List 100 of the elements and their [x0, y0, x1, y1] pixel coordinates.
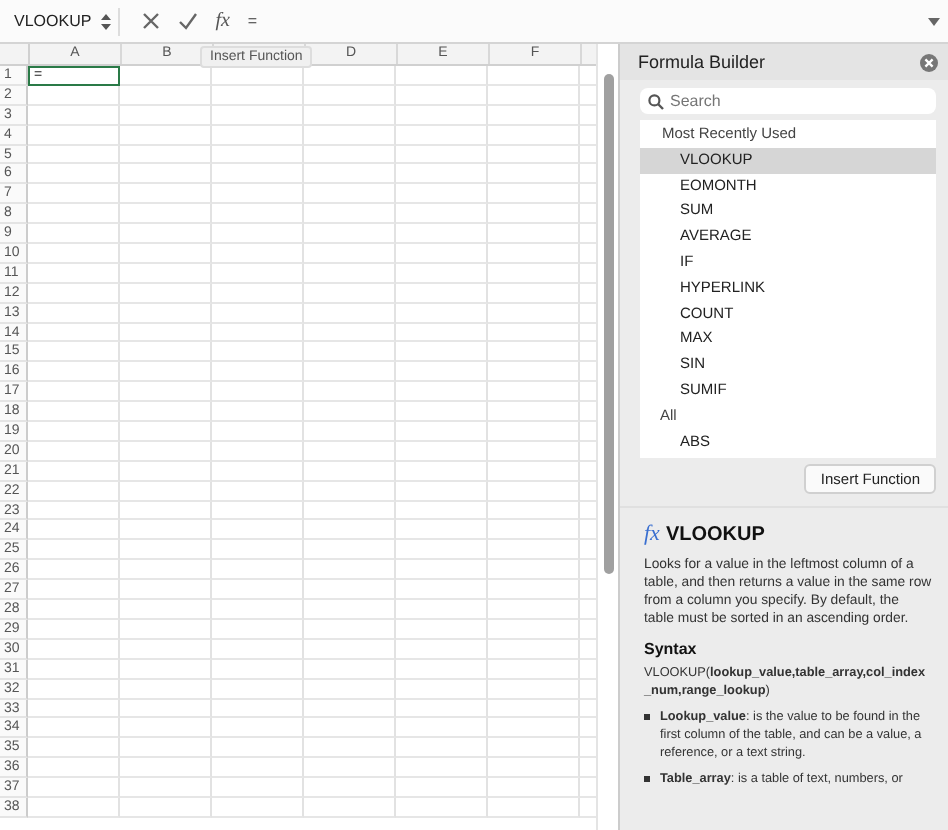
table-cell[interactable]: [488, 600, 580, 620]
table-cell[interactable]: [120, 600, 212, 620]
table-cell[interactable]: [120, 758, 212, 779]
table-cell[interactable]: [28, 699, 120, 719]
table-cell[interactable]: [212, 699, 304, 719]
table-cell[interactable]: [488, 164, 580, 185]
table-cell[interactable]: [212, 283, 304, 304]
table-cell[interactable]: [488, 778, 580, 798]
table-cell[interactable]: [28, 342, 120, 363]
table-cell[interactable]: [304, 422, 396, 442]
table-cell[interactable]: [120, 342, 212, 363]
table-cell[interactable]: [304, 619, 396, 640]
table-cell[interactable]: [396, 184, 488, 205]
table-cell[interactable]: [304, 718, 396, 739]
table-cell[interactable]: [28, 402, 120, 423]
table-cell[interactable]: [304, 481, 396, 502]
table-cell[interactable]: [488, 362, 580, 383]
table-cell[interactable]: [28, 778, 120, 798]
table-cell[interactable]: [488, 639, 580, 660]
table-cell[interactable]: [396, 85, 488, 106]
table-cell[interactable]: [396, 778, 488, 798]
table-cell[interactable]: [304, 342, 396, 363]
table-cell[interactable]: [120, 105, 212, 126]
table-cell[interactable]: [28, 204, 120, 225]
table-cell[interactable]: [396, 441, 488, 462]
table-cell[interactable]: [212, 263, 304, 284]
scrollbar-thumb[interactable]: [603, 74, 613, 574]
table-cell[interactable]: [212, 540, 304, 561]
table-cell[interactable]: [396, 164, 488, 185]
table-cell[interactable]: [396, 204, 488, 225]
table-cell[interactable]: [28, 758, 120, 779]
search-field[interactable]: Search: [640, 88, 936, 114]
table-cell[interactable]: [28, 600, 120, 620]
table-cell[interactable]: [488, 659, 580, 680]
table-cell[interactable]: [212, 362, 304, 383]
table-cell[interactable]: [304, 520, 396, 541]
table-cell[interactable]: [28, 718, 120, 739]
table-cell[interactable]: [396, 699, 488, 719]
table-cell[interactable]: [488, 224, 580, 245]
table-cell[interactable]: [304, 323, 396, 343]
table-cell[interactable]: [488, 422, 580, 442]
table-cell[interactable]: [28, 501, 120, 521]
table-cell[interactable]: [120, 184, 212, 205]
table-cell[interactable]: [120, 402, 212, 423]
table-cell[interactable]: [212, 797, 304, 818]
table-cell[interactable]: [396, 501, 488, 521]
table-cell[interactable]: [304, 125, 396, 146]
table-cell[interactable]: [120, 283, 212, 304]
table-cell[interactable]: [120, 441, 212, 462]
close-icon[interactable]: [141, 12, 160, 30]
table-cell[interactable]: [488, 718, 580, 739]
table-cell[interactable]: [396, 659, 488, 680]
table-cell[interactable]: [120, 164, 212, 185]
table-cell[interactable]: [396, 145, 488, 165]
table-cell[interactable]: [212, 461, 304, 482]
table-cell[interactable]: [304, 382, 396, 403]
table-cell[interactable]: [488, 619, 580, 640]
table-cell[interactable]: [304, 580, 396, 601]
table-cell[interactable]: [304, 244, 396, 264]
table-cell[interactable]: [396, 362, 488, 383]
table-cell[interactable]: [120, 718, 212, 739]
table-cell[interactable]: [212, 501, 304, 521]
table-cell[interactable]: [28, 362, 120, 383]
table-cell[interactable]: [28, 619, 120, 640]
table-cell[interactable]: [396, 125, 488, 146]
table-cell[interactable]: [488, 244, 580, 264]
table-cell[interactable]: [488, 461, 580, 482]
table-cell[interactable]: [396, 540, 488, 561]
table-cell[interactable]: [212, 738, 304, 759]
table-cell[interactable]: [396, 461, 488, 482]
table-cell[interactable]: [396, 639, 488, 660]
table-cell[interactable]: [28, 441, 120, 462]
table-cell[interactable]: [120, 619, 212, 640]
table-cell[interactable]: [120, 244, 212, 264]
table-cell[interactable]: [304, 738, 396, 759]
table-cell[interactable]: [28, 125, 120, 146]
table-cell[interactable]: [28, 639, 120, 660]
table-cell[interactable]: [396, 738, 488, 759]
table-cell[interactable]: [212, 580, 304, 601]
table-cell[interactable]: [304, 540, 396, 561]
table-cell[interactable]: [488, 303, 580, 324]
table-cell[interactable]: [120, 481, 212, 502]
table-cell[interactable]: [488, 540, 580, 561]
table-cell[interactable]: [488, 738, 580, 759]
table-cell[interactable]: [212, 639, 304, 660]
table-cell[interactable]: [488, 85, 580, 106]
table-cell[interactable]: [120, 323, 212, 343]
table-cell[interactable]: [28, 263, 120, 284]
table-cell[interactable]: [396, 342, 488, 363]
table-cell[interactable]: [396, 679, 488, 699]
table-cell[interactable]: [28, 224, 120, 245]
table-cell[interactable]: [212, 718, 304, 739]
table-cell[interactable]: [304, 362, 396, 383]
table-cell[interactable]: [212, 659, 304, 680]
table-cell[interactable]: [488, 758, 580, 779]
table-cell[interactable]: [488, 699, 580, 719]
table-cell[interactable]: [212, 600, 304, 620]
table-cell[interactable]: [212, 125, 304, 146]
table-cell[interactable]: [396, 422, 488, 442]
table-cell[interactable]: [212, 85, 304, 106]
